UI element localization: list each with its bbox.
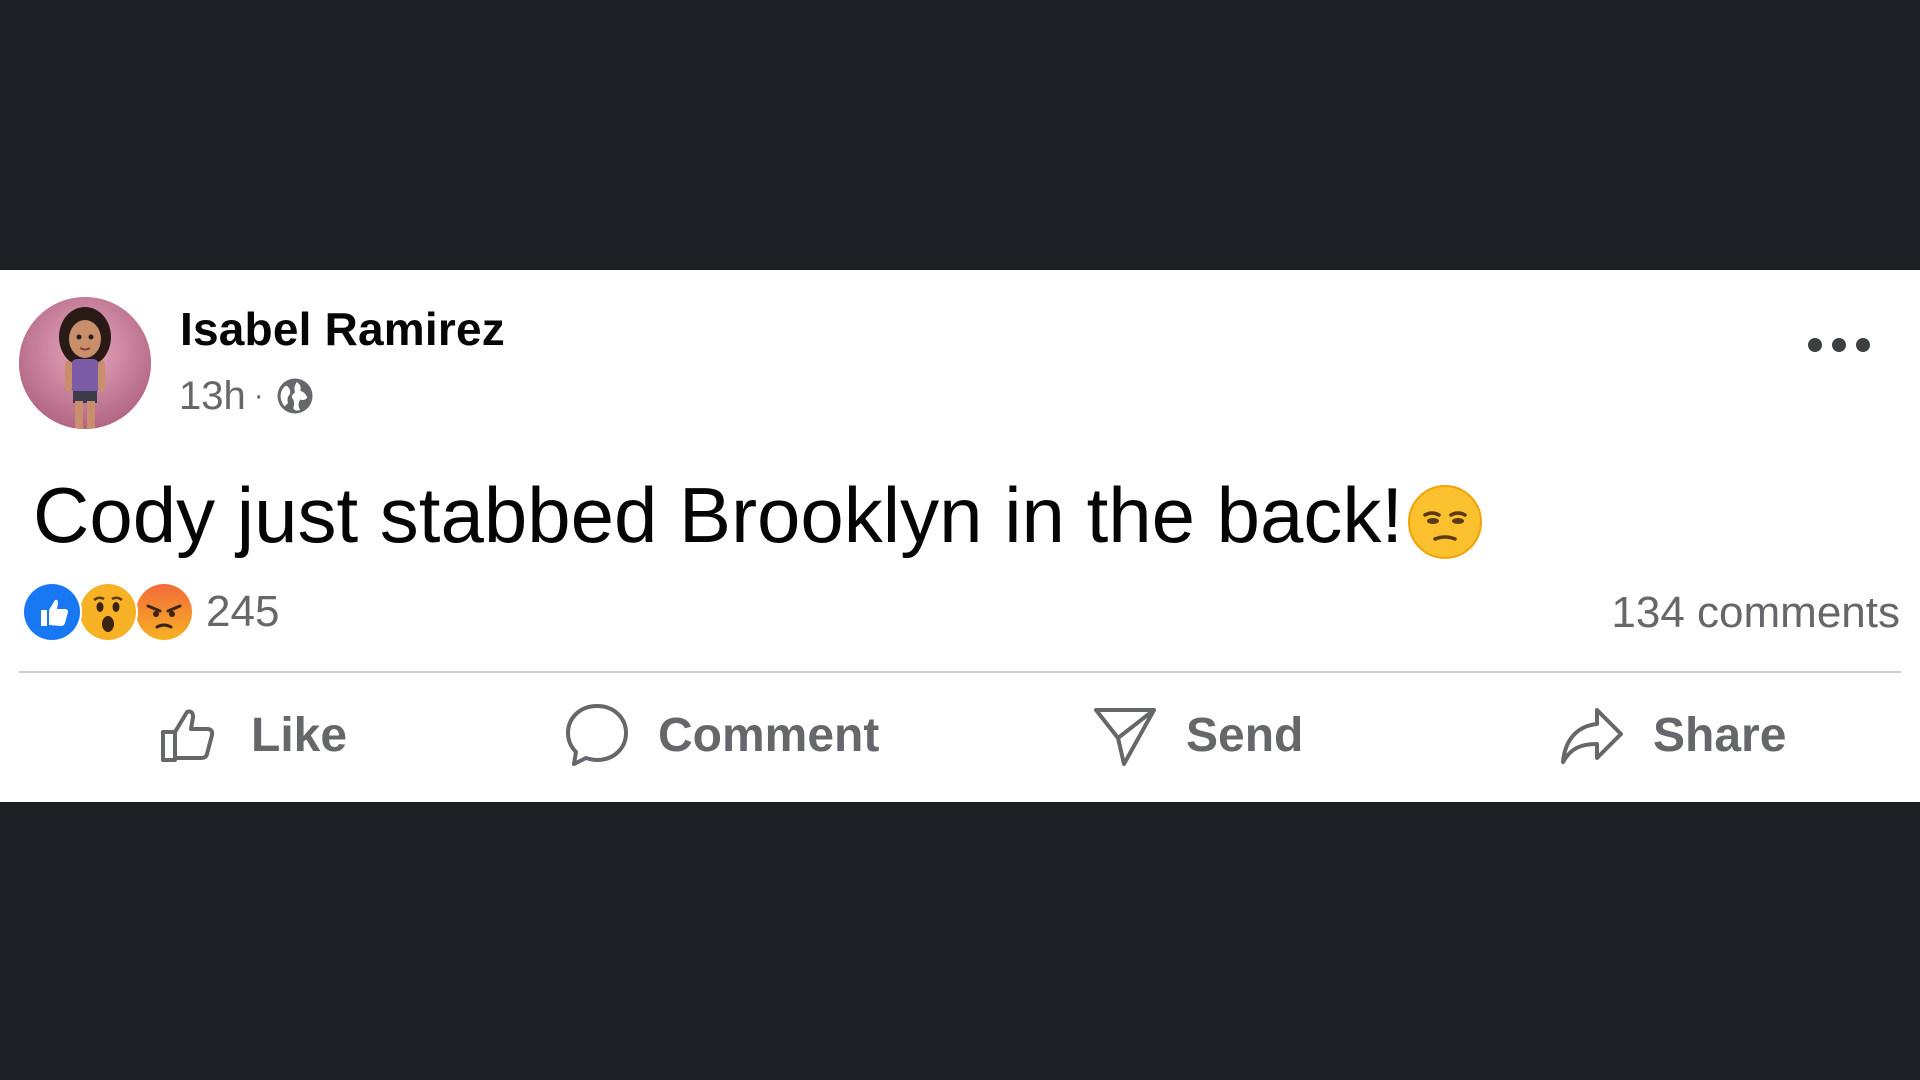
angry-reaction-icon — [134, 582, 194, 642]
unamused-face-emoji — [1405, 482, 1485, 562]
post-text: Cody just stabbed Brooklyn in the back! — [33, 468, 1485, 562]
author-avatar[interactable] — [19, 297, 151, 429]
comment-button[interactable]: Comment — [562, 680, 879, 790]
send-label: Send — [1186, 708, 1304, 762]
share-arrow-icon — [1557, 700, 1627, 770]
more-dot-icon — [1856, 338, 1870, 352]
more-dot-icon — [1808, 338, 1822, 352]
thumbs-up-icon — [155, 700, 225, 770]
comment-label: Comment — [658, 708, 880, 762]
post-meta: 13h · — [179, 374, 316, 418]
more-dot-icon — [1832, 338, 1846, 352]
send-icon — [1090, 700, 1160, 770]
comment-count[interactable]: 134 comments — [1611, 588, 1900, 638]
post-actions: Like Comment Send Share — [0, 680, 1920, 790]
share-button[interactable]: Share — [1557, 680, 1786, 790]
reactions-summary[interactable]: 245 — [22, 582, 279, 642]
send-button[interactable]: Send — [1090, 680, 1303, 790]
author-name[interactable]: Isabel Ramirez — [180, 302, 505, 356]
like-button[interactable]: Like — [155, 680, 347, 790]
like-reaction-icon — [22, 582, 82, 642]
globe-icon[interactable] — [274, 375, 316, 417]
share-label: Share — [1653, 708, 1787, 762]
post-message: Cody just stabbed Brooklyn in the back! — [33, 470, 1404, 559]
more-options-button[interactable] — [1808, 330, 1870, 360]
divider — [19, 671, 1901, 673]
comment-bubble-icon — [562, 700, 632, 770]
meta-separator: · — [253, 379, 264, 412]
wow-reaction-icon — [78, 582, 138, 642]
post-card: Isabel Ramirez 13h · Cody just stabbed B… — [0, 270, 1920, 802]
reaction-count[interactable]: 245 — [206, 587, 279, 637]
like-label: Like — [251, 708, 348, 762]
post-timestamp[interactable]: 13h — [179, 374, 246, 419]
